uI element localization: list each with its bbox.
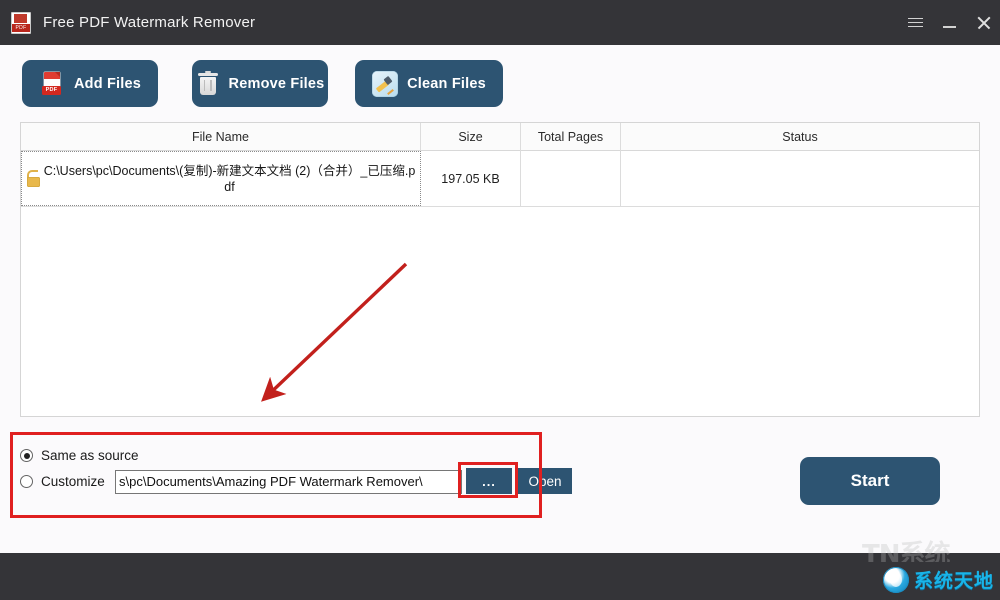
column-header-size[interactable]: Size: [421, 123, 521, 151]
window-controls: [898, 0, 1000, 45]
remove-files-button[interactable]: Remove Files: [192, 60, 328, 107]
browse-button[interactable]: ...: [466, 468, 512, 494]
minimize-icon[interactable]: [932, 0, 966, 45]
pdf-document-icon: [11, 11, 31, 34]
remove-files-label: Remove Files: [228, 75, 325, 92]
watermark-logo-text: 系统天地: [913, 570, 994, 592]
radio-customize-label: Customize: [41, 474, 105, 489]
file-list[interactable]: File Name Size Total Pages Status C:\Use…: [20, 122, 980, 417]
open-button[interactable]: Open: [518, 468, 572, 494]
title-bar: Free PDF Watermark Remover: [0, 0, 1000, 45]
unlocked-padlock-icon: [26, 170, 41, 187]
cell-size: 197.05 KB: [421, 151, 521, 206]
radio-customize[interactable]: [20, 475, 33, 488]
pdf-add-icon: PDF: [39, 71, 65, 97]
clean-brush-icon: [372, 70, 399, 97]
add-files-label: Add Files: [73, 75, 142, 92]
column-header-file-name[interactable]: File Name: [21, 123, 421, 151]
column-header-status[interactable]: Status: [621, 123, 979, 151]
footer-bar: [0, 553, 1000, 600]
cell-status: [621, 151, 979, 206]
cell-file-name[interactable]: C:\Users\pc\Documents\(复制)-新建文本文档 (2)（合并…: [21, 151, 421, 206]
add-files-button[interactable]: PDF Add Files: [22, 60, 158, 107]
start-button[interactable]: Start: [800, 457, 940, 505]
table-row[interactable]: C:\Users\pc\Documents\(复制)-新建文本文档 (2)（合并…: [21, 151, 979, 206]
file-table-header: File Name Size Total Pages Status: [21, 123, 979, 151]
file-name-text: C:\Users\pc\Documents\(复制)-新建文本文档 (2)（合并…: [43, 163, 416, 194]
toolbar: PDF Add Files Remove Files Clean Files: [0, 45, 1000, 122]
column-header-total-pages[interactable]: Total Pages: [521, 123, 621, 151]
app-title: Free PDF Watermark Remover: [43, 14, 256, 31]
clean-files-label: Clean Files: [407, 75, 486, 92]
radio-same-as-source[interactable]: [20, 449, 33, 462]
globe-icon: [882, 566, 909, 593]
close-icon[interactable]: [966, 0, 1000, 45]
hamburger-menu-icon[interactable]: [898, 0, 932, 45]
watermark-logo: 系统天地: [882, 566, 994, 593]
radio-option-same-as-source[interactable]: Same as source: [20, 448, 139, 463]
radio-option-customize[interactable]: Customize: [20, 474, 105, 489]
watermark-faint-text: TN系统: [862, 540, 951, 562]
row-divider: [21, 206, 979, 207]
trash-icon: [196, 70, 220, 97]
clean-files-button[interactable]: Clean Files: [355, 60, 503, 107]
output-path-input[interactable]: s\pc\Documents\Amazing PDF Watermark Rem…: [115, 470, 462, 494]
radio-same-as-source-label: Same as source: [41, 448, 139, 463]
cell-total-pages: [521, 151, 621, 206]
